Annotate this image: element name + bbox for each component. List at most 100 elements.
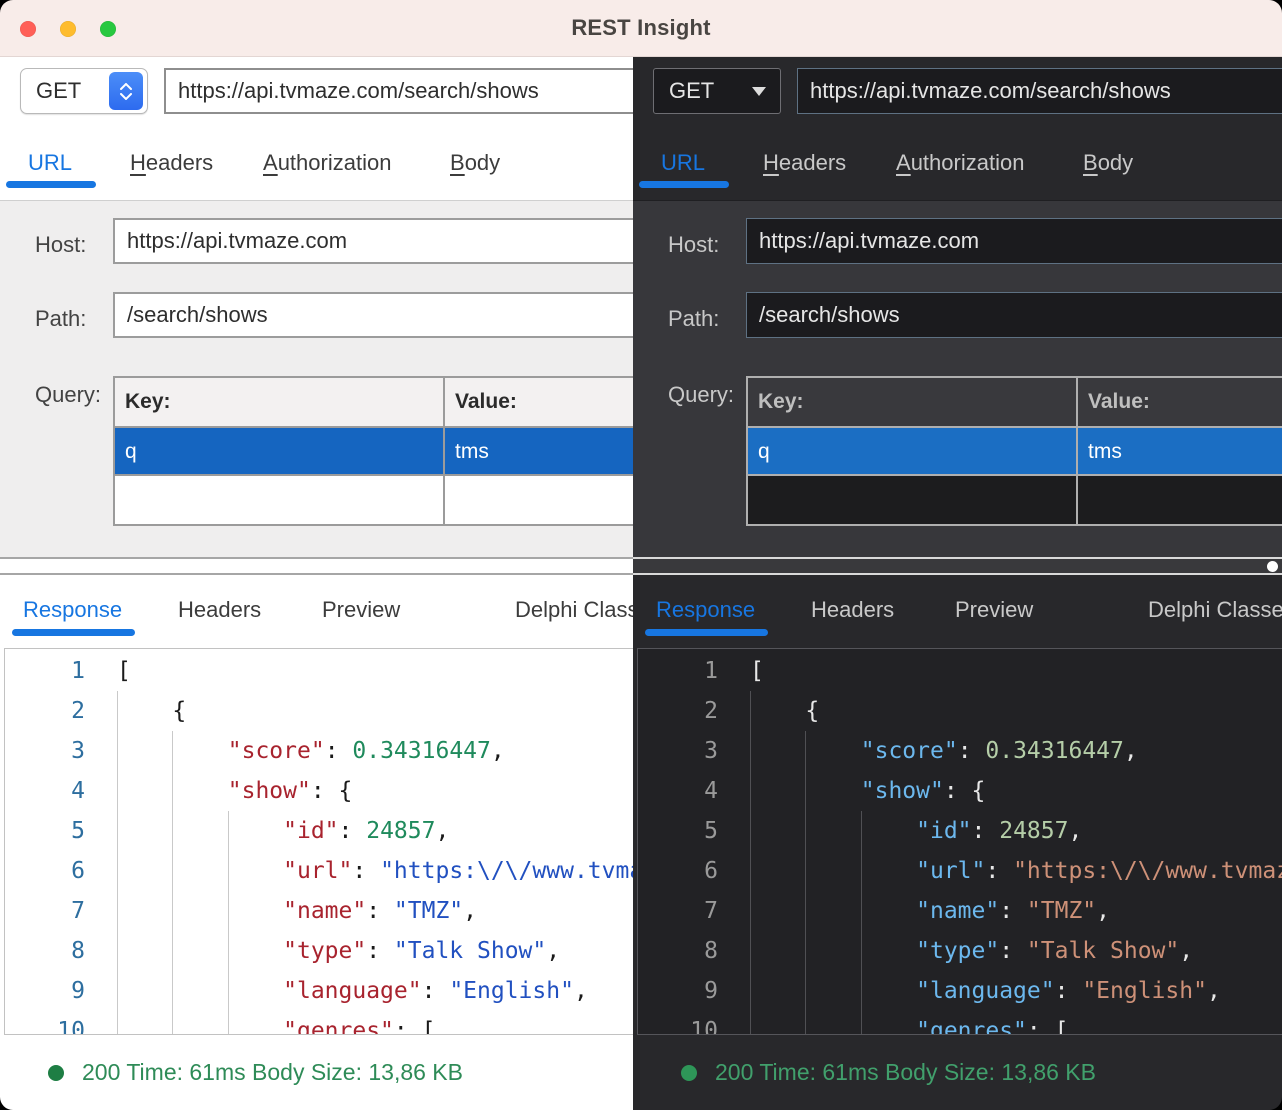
indent-guide <box>172 1011 227 1035</box>
method-value: GET <box>21 78 109 104</box>
response-body-viewer[interactable]: 1[2{3"score": 0.34316447,4"show": {5"id"… <box>4 648 633 1035</box>
host-input[interactable] <box>113 218 633 264</box>
code-line: 8"type": "Talk Show", <box>638 931 1282 971</box>
tab-preview[interactable]: Preview <box>322 597 400 623</box>
query-row-empty[interactable] <box>748 474 1282 524</box>
tab-response-headers[interactable]: Headers <box>178 597 261 623</box>
path-input[interactable] <box>746 292 1282 338</box>
status-text: 200 Time: 61ms Body Size: 13,86 KB <box>715 1059 1096 1086</box>
code-line: 2{ <box>638 691 1282 731</box>
request-bar: GET <box>633 57 1282 125</box>
indent-guide <box>861 971 916 1011</box>
line-number: 2 <box>5 691 85 731</box>
active-tab-indicator <box>12 629 135 636</box>
code-line: 4"show": { <box>5 771 633 811</box>
tab-response[interactable]: Response <box>23 597 122 623</box>
code-line: 3"score": 0.34316447, <box>5 731 633 771</box>
tab-headers[interactable]: Headers <box>763 150 846 176</box>
minimize-button[interactable] <box>60 21 76 37</box>
method-value: GET <box>654 78 752 104</box>
tab-delphi-classes[interactable]: Delphi Classes <box>1148 597 1282 623</box>
line-number: 4 <box>638 771 718 811</box>
indent-guide <box>228 971 283 1011</box>
dark-theme-pane: GET URL Headers Authorization Body Host:… <box>633 57 1282 1110</box>
tab-authorization[interactable]: Authorization <box>896 150 1024 176</box>
line-number: 3 <box>638 731 718 771</box>
tab-headers[interactable]: Headers <box>130 150 213 176</box>
code-line: 7"name": "TMZ", <box>638 891 1282 931</box>
status-dot-icon <box>48 1065 64 1081</box>
query-value-cell: tms <box>1078 428 1282 474</box>
url-input[interactable] <box>797 68 1282 114</box>
indent-guide <box>861 931 916 971</box>
indent-guide <box>861 811 916 851</box>
code-line: 1[ <box>638 651 1282 691</box>
request-tabs: URL Headers Authorization Body <box>633 125 1282 200</box>
indent-guide <box>117 971 172 1011</box>
method-select[interactable]: GET <box>653 68 781 114</box>
host-label: Host: <box>668 232 719 258</box>
indent-guide <box>172 771 227 811</box>
method-select[interactable]: GET <box>20 68 148 114</box>
indent-guide <box>805 931 860 971</box>
indent-guide <box>750 891 805 931</box>
query-key-cell: q <box>748 428 1078 474</box>
indent-guide <box>172 931 227 971</box>
indent-guide <box>861 851 916 891</box>
query-value-cell <box>1078 476 1282 524</box>
tab-response-headers[interactable]: Headers <box>811 597 894 623</box>
code-line: 5"id": 24857, <box>638 811 1282 851</box>
app-window: GET URL Headers Authorization Body Host:… <box>0 0 1282 1110</box>
zoom-button[interactable] <box>100 21 116 37</box>
indent-guide <box>861 1011 916 1035</box>
query-value-cell: tms <box>445 428 633 474</box>
status-bar: 200 Time: 61ms Body Size: 13,86 KB <box>0 1035 633 1110</box>
line-number: 3 <box>5 731 85 771</box>
url-input[interactable] <box>164 68 633 114</box>
tab-url[interactable]: URL <box>661 150 705 176</box>
active-tab-indicator <box>6 181 96 188</box>
splitter-handle[interactable] <box>0 557 633 575</box>
line-number: 1 <box>638 651 718 691</box>
close-button[interactable] <box>20 21 36 37</box>
tab-delphi-classes[interactable]: Delphi Classes <box>515 597 633 623</box>
line-number: 10 <box>638 1011 718 1035</box>
tab-response[interactable]: Response <box>656 597 755 623</box>
line-number: 7 <box>638 891 718 931</box>
url-form: Host: Path: Query: Key: Value: q tms <box>0 200 633 557</box>
indent-guide <box>805 971 860 1011</box>
response-panel: Response Headers Preview Delphi Classes … <box>633 575 1282 1035</box>
path-input[interactable] <box>113 292 633 338</box>
tab-url[interactable]: URL <box>28 150 72 176</box>
query-row-selected[interactable]: q tms <box>748 426 1282 474</box>
indent-guide <box>117 811 172 851</box>
line-number: 9 <box>638 971 718 1011</box>
tab-preview[interactable]: Preview <box>955 597 1033 623</box>
query-key-cell: q <box>115 428 445 474</box>
indent-guide <box>172 891 227 931</box>
query-row-empty[interactable] <box>115 474 633 524</box>
code-line: 6"url": "https:\/\/www.tvmaze.com\/shows… <box>5 851 633 891</box>
host-input[interactable] <box>746 218 1282 264</box>
host-label: Host: <box>35 232 86 258</box>
path-label: Path: <box>35 306 86 332</box>
indent-guide <box>172 811 227 851</box>
tab-body[interactable]: Body <box>1083 150 1133 176</box>
request-tabs: URL Headers Authorization Body <box>0 125 633 200</box>
indent-guide <box>805 851 860 891</box>
response-panel: Response Headers Preview Delphi Classes … <box>0 575 633 1035</box>
query-table-header: Key: Value: <box>115 378 633 426</box>
indent-guide <box>805 731 860 771</box>
indent-guide <box>750 931 805 971</box>
indent-guide <box>750 771 805 811</box>
active-tab-indicator <box>645 629 768 636</box>
response-body-viewer[interactable]: 1[2{3"score": 0.34316447,4"show": {5"id"… <box>637 648 1282 1035</box>
value-header: Value: <box>445 378 633 426</box>
tab-authorization[interactable]: Authorization <box>263 150 391 176</box>
tab-body[interactable]: Body <box>450 150 500 176</box>
indent-guide <box>117 851 172 891</box>
line-number: 5 <box>5 811 85 851</box>
splitter-handle[interactable] <box>633 557 1282 575</box>
code-line: 8"type": "Talk Show", <box>5 931 633 971</box>
query-row-selected[interactable]: q tms <box>115 426 633 474</box>
